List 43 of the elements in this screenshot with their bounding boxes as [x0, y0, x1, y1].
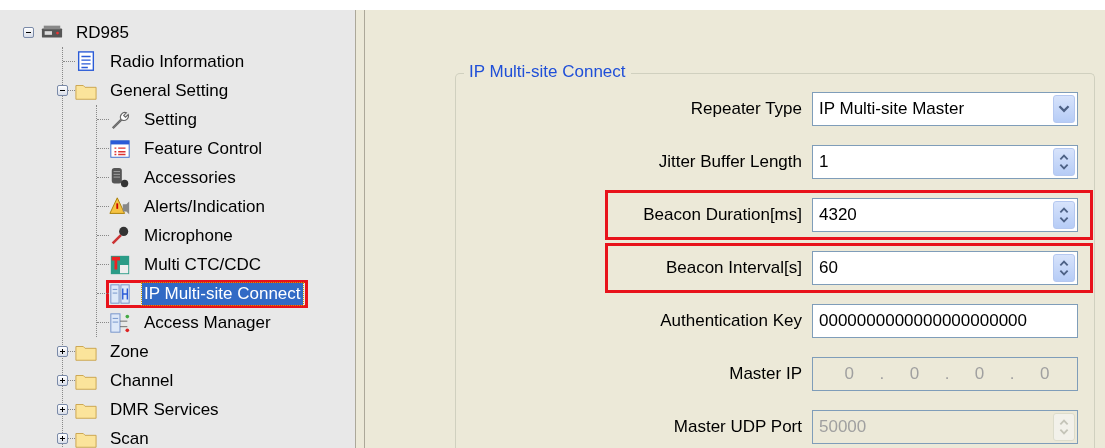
- spin-arrows-icon[interactable]: [1053, 254, 1075, 282]
- expand-toggle[interactable]: [57, 404, 68, 415]
- collapse-toggle[interactable]: [23, 27, 34, 38]
- tree-item[interactable]: Feature Control: [142, 137, 265, 160]
- microphone-icon: [109, 224, 131, 247]
- tree-item[interactable]: Radio Information: [108, 50, 247, 73]
- tree-item[interactable]: Scan: [108, 427, 151, 448]
- tree-item[interactable]: DMR Services: [108, 398, 221, 421]
- tree-item[interactable]: Microphone: [142, 224, 235, 247]
- spin-arrows-icon[interactable]: [1053, 201, 1075, 229]
- tree-item[interactable]: Channel: [108, 369, 176, 392]
- tree-item[interactable]: Alerts/Indication: [142, 195, 267, 218]
- spinner-field[interactable]: 4320: [812, 198, 1078, 232]
- network-panel-icon: [109, 282, 131, 305]
- tree-item[interactable]: RD985: [74, 21, 131, 44]
- tree-item[interactable]: General Setting: [108, 79, 231, 102]
- tree-item[interactable]: Setting: [142, 108, 199, 131]
- spin-arrows-icon[interactable]: [1053, 148, 1075, 176]
- server-icon: [109, 311, 131, 334]
- tree-item[interactable]: Multi CTC/CDC: [142, 253, 264, 276]
- spinner-field[interactable]: 1: [812, 145, 1078, 179]
- field-label: Beacon Interval[s]: [664, 258, 802, 278]
- field-label: Authentication Key: [659, 311, 802, 331]
- expand-toggle[interactable]: [57, 346, 68, 357]
- field-label: Beacon Duration[ms]: [642, 205, 802, 225]
- tree-item[interactable]: Zone: [108, 340, 151, 363]
- document-icon: [75, 50, 97, 73]
- tree-item[interactable]: Access Manager: [142, 311, 273, 334]
- speaker-mic-icon: [109, 166, 131, 189]
- text-field[interactable]: 0000000000000000000000: [812, 304, 1078, 338]
- field-label: Repeater Type: [689, 99, 802, 119]
- dropdown-field[interactable]: IP Multi-site Master: [812, 92, 1078, 126]
- collapse-toggle[interactable]: [57, 85, 68, 96]
- tone-badge-icon: [109, 253, 131, 276]
- field-label: Jitter Buffer Length: [657, 152, 802, 172]
- expand-toggle[interactable]: [57, 433, 68, 444]
- tree-item[interactable]: IP Multi-site Connect: [142, 282, 303, 305]
- expand-toggle[interactable]: [57, 375, 68, 386]
- spinner-field[interactable]: 60: [812, 251, 1078, 285]
- tree-item[interactable]: Accessories: [142, 166, 238, 189]
- field-label: Master UDP Port: [672, 417, 802, 437]
- list-window-icon: [109, 137, 131, 160]
- field-label: Master IP: [728, 364, 802, 384]
